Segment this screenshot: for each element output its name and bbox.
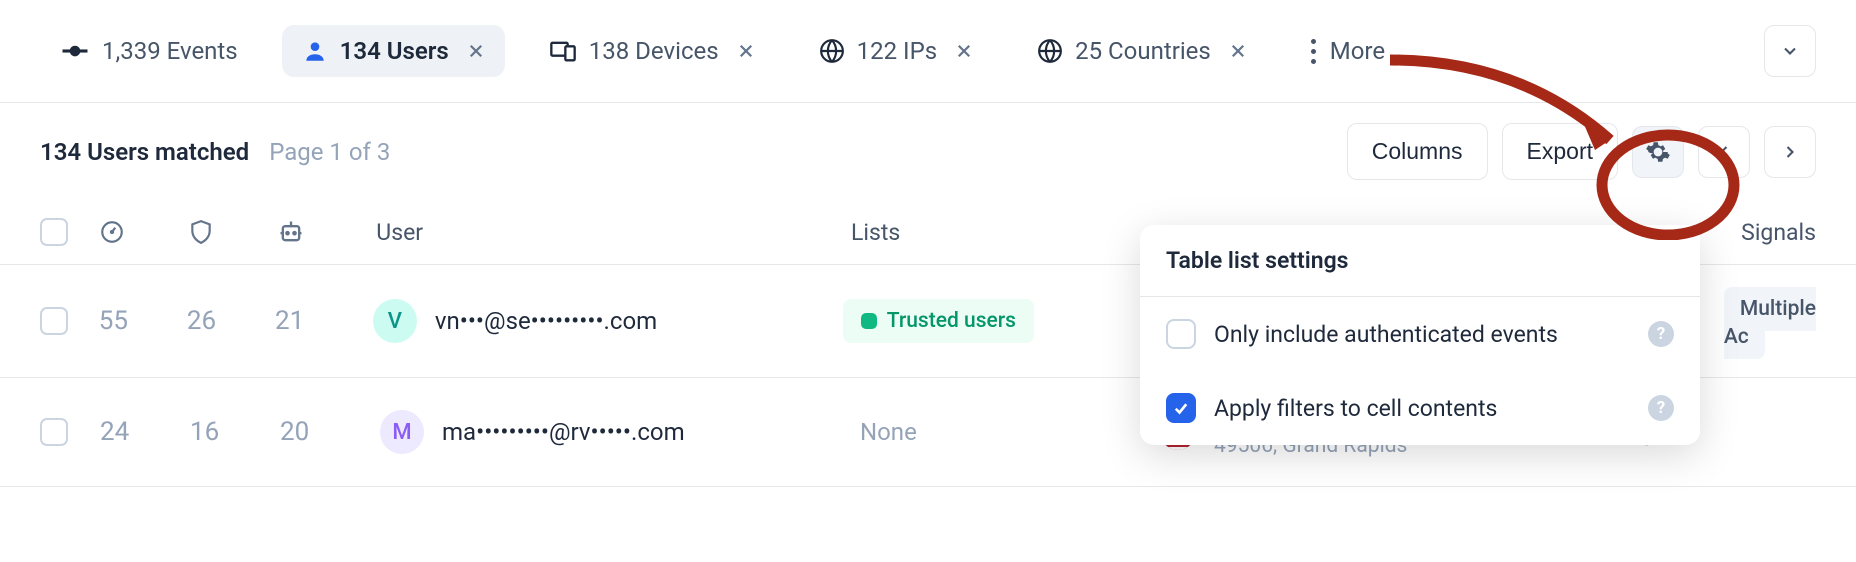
devices-icon	[549, 37, 577, 65]
tab-users[interactable]: 134 Users	[282, 25, 505, 77]
status-dot-icon	[861, 313, 877, 329]
tab-events-label: 1,339 Events	[102, 37, 238, 65]
tab-ips-label: 122 IPs	[857, 37, 937, 65]
popover-option-authenticated[interactable]: Only include authenticated events ?	[1140, 297, 1700, 371]
user-icon	[302, 38, 328, 64]
close-icon[interactable]	[955, 42, 973, 60]
avatar: M	[380, 410, 424, 454]
bot-icon	[277, 218, 305, 246]
globe-icon	[1037, 38, 1063, 64]
settings-button[interactable]	[1632, 126, 1684, 178]
tab-more[interactable]: More	[1291, 25, 1405, 77]
list-label: Trusted users	[887, 309, 1016, 333]
tab-events[interactable]: 1,339 Events	[40, 24, 258, 78]
next-page-button[interactable]	[1764, 126, 1816, 178]
export-button[interactable]: Export	[1502, 123, 1618, 180]
row-score3: 21	[275, 306, 373, 336]
row-score1: 55	[99, 306, 187, 336]
row-checkbox[interactable]	[40, 307, 68, 335]
more-icon	[1311, 39, 1316, 64]
tab-countries[interactable]: 25 Countries	[1017, 25, 1267, 77]
column-score3	[277, 218, 376, 246]
row-checkbox[interactable]	[40, 418, 68, 446]
popover-title: Table list settings	[1140, 225, 1700, 297]
close-icon[interactable]	[737, 42, 755, 60]
select-all-checkbox[interactable]	[40, 218, 68, 246]
tab-ips[interactable]: 122 IPs	[799, 25, 993, 77]
column-signals-header: Signals	[1741, 219, 1816, 246]
popover-option-label: Only include authenticated events	[1214, 321, 1558, 348]
table-settings-popover: Table list settings Only include authent…	[1140, 225, 1700, 445]
tab-devices[interactable]: 138 Devices	[529, 25, 775, 77]
help-icon[interactable]: ?	[1648, 321, 1674, 347]
checkbox-checked[interactable]	[1166, 393, 1196, 423]
tab-countries-label: 25 Countries	[1075, 37, 1211, 65]
signal-pill[interactable]: Multiple Ac	[1724, 287, 1816, 359]
row-score1: 24	[100, 417, 190, 447]
user-email[interactable]: vn•••@se•••••••••.com	[435, 307, 657, 335]
checkbox-unchecked[interactable]	[1166, 319, 1196, 349]
column-user-header: User	[376, 219, 851, 246]
table-header-controls: 134 Users matched Page 1 of 3 Columns Ex…	[0, 103, 1856, 200]
gear-icon	[1645, 139, 1671, 165]
list-tag[interactable]: Trusted users	[843, 299, 1034, 343]
prev-page-button[interactable]	[1698, 126, 1750, 178]
columns-button[interactable]: Columns	[1347, 123, 1488, 180]
tab-users-label: 134 Users	[340, 37, 449, 65]
row-score2: 26	[187, 306, 275, 336]
gauge-icon	[99, 219, 125, 245]
column-lists-header: Lists	[851, 219, 1148, 246]
expand-button[interactable]	[1764, 25, 1816, 77]
help-icon[interactable]: ?	[1648, 395, 1674, 421]
globe-icon	[819, 38, 845, 64]
tab-bar: 1,339 Events 134 Users 138 Devices 122 I…	[0, 0, 1856, 103]
row-score2: 16	[190, 417, 280, 447]
matched-count: 134 Users matched	[40, 138, 249, 166]
popover-option-label: Apply filters to cell contents	[1214, 395, 1497, 422]
row-score3: 20	[280, 417, 380, 447]
popover-option-filters[interactable]: Apply filters to cell contents ?	[1140, 371, 1700, 445]
close-icon[interactable]	[467, 42, 485, 60]
avatar: V	[373, 299, 417, 343]
events-icon	[60, 36, 90, 66]
tab-more-label: More	[1330, 37, 1385, 65]
column-score1	[99, 219, 188, 245]
close-icon[interactable]	[1229, 42, 1247, 60]
user-email[interactable]: ma•••••••••@rv•••••.com	[442, 418, 685, 446]
column-score2	[188, 219, 277, 245]
tab-devices-label: 138 Devices	[589, 37, 719, 65]
page-info: Page 1 of 3	[269, 138, 390, 166]
shield-icon	[188, 219, 214, 245]
list-none: None	[860, 418, 917, 446]
